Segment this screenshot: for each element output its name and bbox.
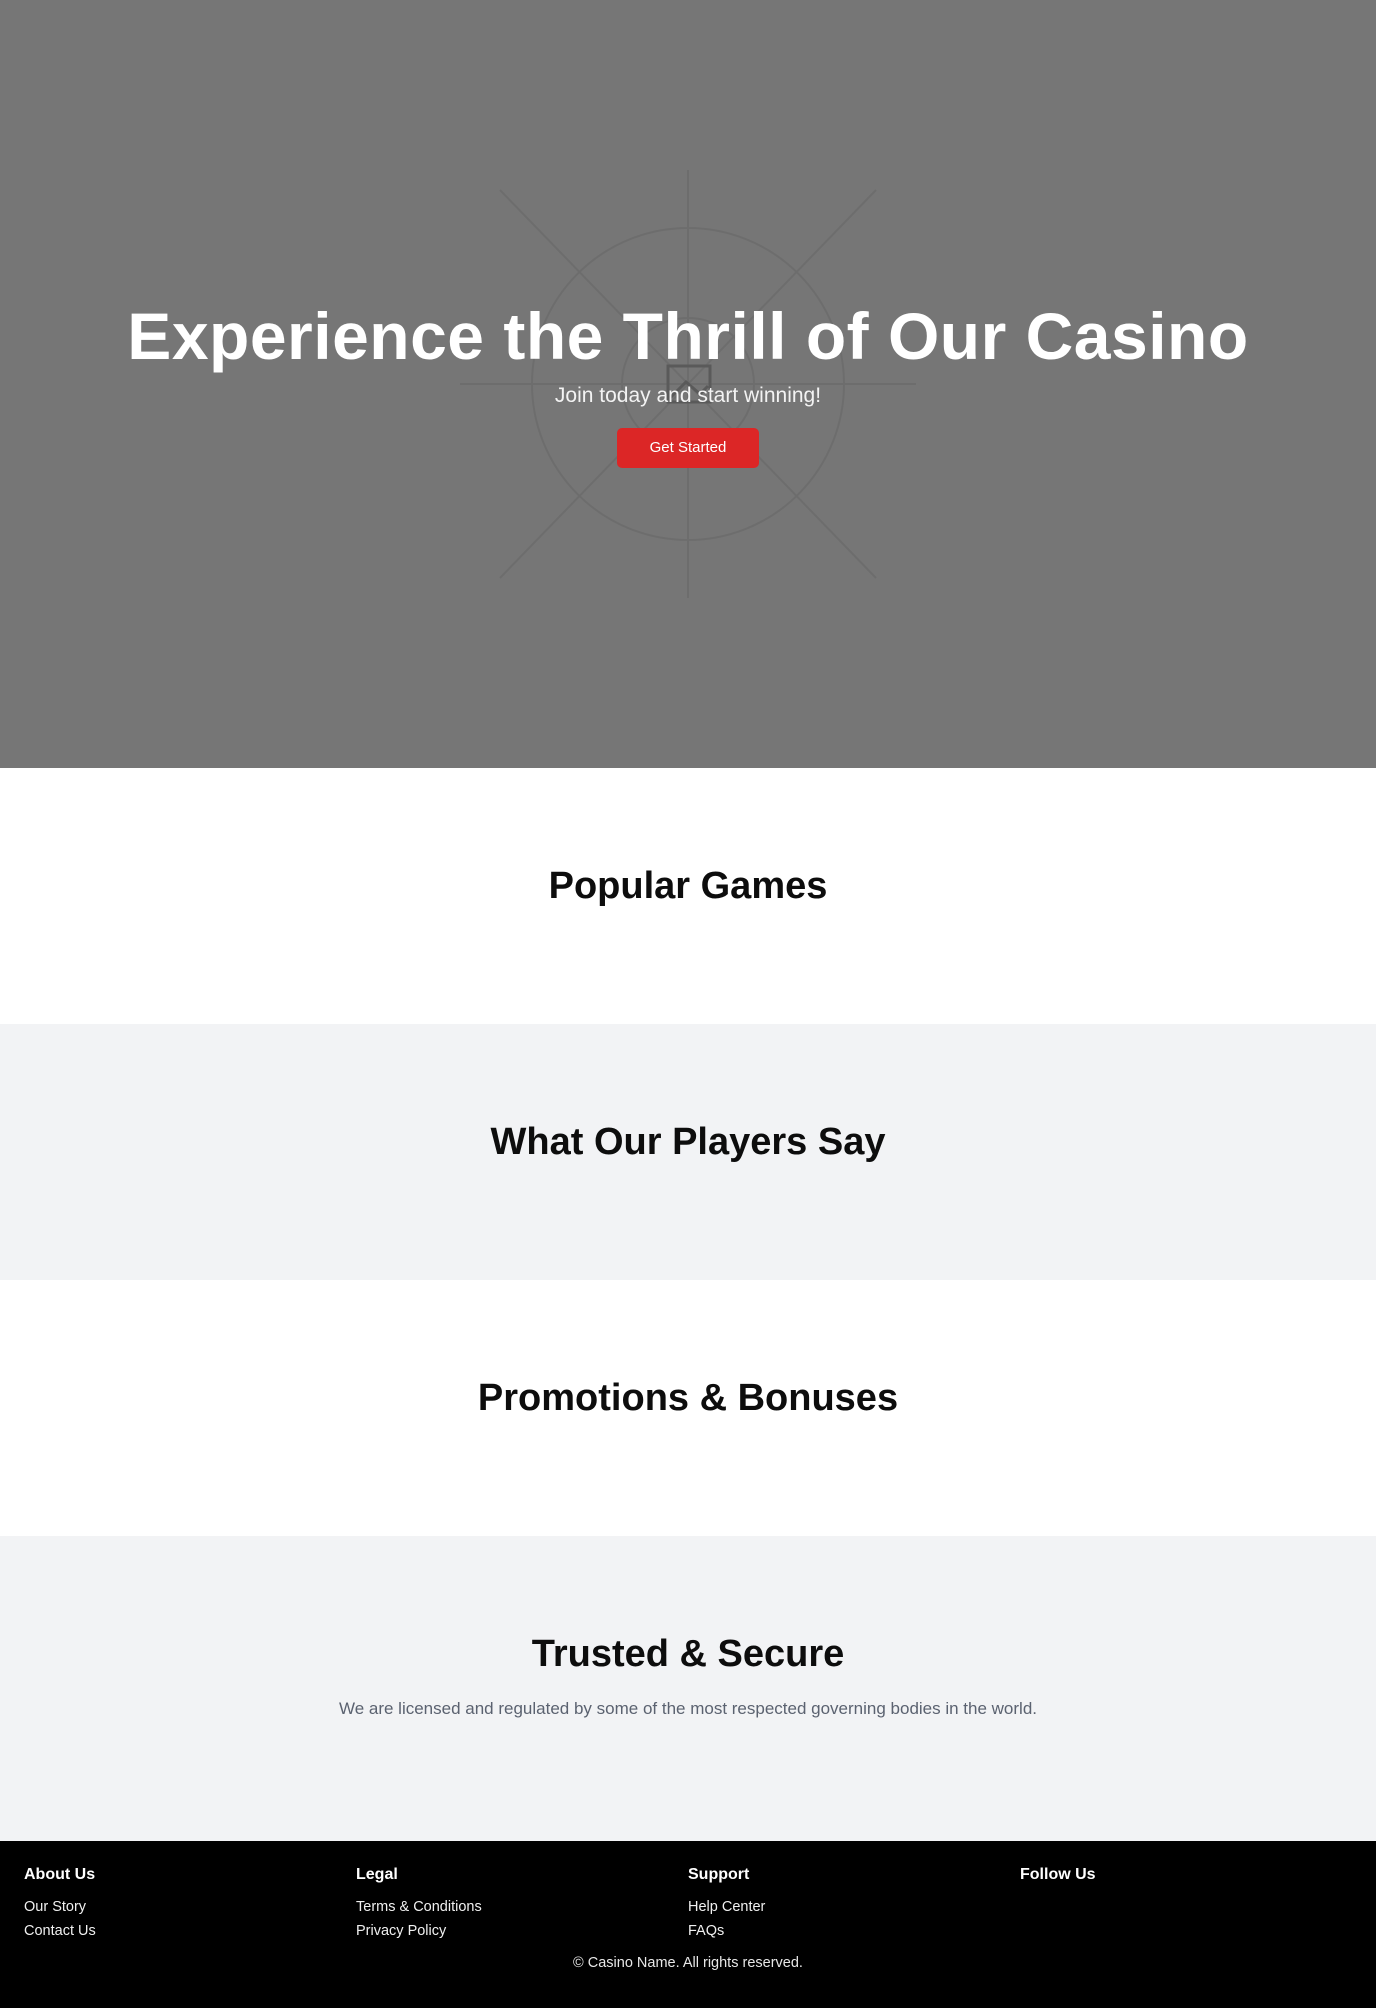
footer-column-about: About Us Our Story Contact Us: [24, 1865, 356, 1943]
testimonials-title: What Our Players Say: [490, 1121, 886, 1163]
footer-link-our-story[interactable]: Our Story: [24, 1895, 356, 1919]
trusted-text: We are licensed and regulated by some of…: [338, 1699, 1038, 1718]
footer-link-faqs[interactable]: FAQs: [688, 1919, 1020, 1943]
testimonials-section: What Our Players Say: [0, 1024, 1376, 1280]
footer-heading: Support: [688, 1866, 750, 1883]
promotions-section: Promotions & Bonuses: [0, 1280, 1376, 1536]
hero-section: Experience the Thrill of Our Casino Join…: [0, 0, 1376, 768]
footer-column-follow: Follow Us: [1020, 1865, 1352, 1943]
footer-heading: Follow Us: [1020, 1866, 1096, 1883]
footer-column-legal: Legal Terms & Conditions Privacy Policy: [356, 1865, 688, 1943]
footer: About Us Our Story Contact Us Legal Term…: [0, 1841, 1376, 2008]
hero-title: Experience the Thrill of Our Casino: [127, 299, 1249, 373]
popular-games-title: Popular Games: [548, 865, 828, 907]
footer-column-support: Support Help Center FAQs: [688, 1865, 1020, 1943]
hero-subtitle: Join today and start winning!: [554, 384, 822, 407]
footer-link-contact-us[interactable]: Contact Us: [24, 1919, 356, 1943]
get-started-button[interactable]: Get Started: [617, 428, 759, 468]
hero-content: Experience the Thrill of Our Casino Join…: [0, 296, 1376, 468]
trusted-title: Trusted & Secure: [531, 1633, 845, 1675]
promotions-title: Promotions & Bonuses: [477, 1377, 899, 1419]
copyright-text: © Casino Name. All rights reserved.: [573, 1955, 803, 1971]
footer-heading: Legal: [356, 1866, 398, 1883]
trusted-section: Trusted & Secure We are licensed and reg…: [0, 1536, 1376, 1841]
footer-link-privacy[interactable]: Privacy Policy: [356, 1919, 688, 1943]
footer-link-terms[interactable]: Terms & Conditions: [356, 1895, 688, 1919]
popular-games-section: Popular Games: [0, 768, 1376, 1024]
footer-heading: About Us: [24, 1866, 96, 1883]
footer-link-help-center[interactable]: Help Center: [688, 1895, 1020, 1919]
